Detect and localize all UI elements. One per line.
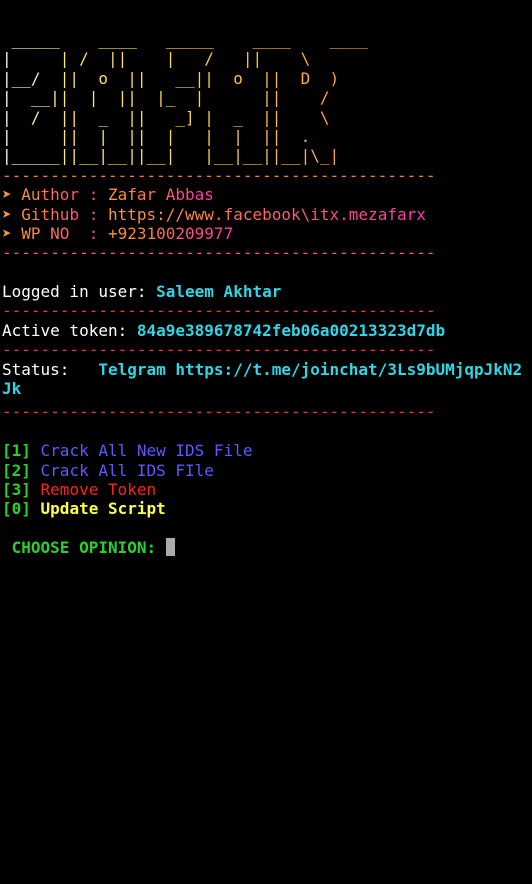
- menu-label: Crack All IDS FIle: [30, 460, 214, 480]
- wp-value: +923100209977: [107, 223, 234, 243]
- banner-line: |_____||__|__||__| |__|__||__|\_|: [2, 146, 530, 165]
- separator-line: ----------------------------------------…: [2, 165, 436, 185]
- separator-line: ----------------------------------------…: [2, 301, 436, 321]
- author-value: Zafar Abbas: [107, 185, 214, 205]
- separator-line: ----------------------------------------…: [2, 340, 436, 360]
- ascii-banner: _____ ____ _____ ____ ____ | | / || | / …: [2, 30, 530, 166]
- author-line: ➤ Author : Zafar Abbas: [2, 185, 530, 204]
- arrow-icon: ➤: [2, 185, 12, 205]
- author-label: Author :: [11, 185, 108, 205]
- terminal-output: _____ ____ _____ ____ ____ | | / || | / …: [2, 30, 530, 558]
- banner-line: | / || _ || _] | _ || \: [2, 108, 530, 127]
- github-line: ➤ Github : https://www.facebook\itx.meza…: [2, 205, 530, 224]
- wp-label: WP NO :: [11, 223, 108, 243]
- menu-option-2[interactable]: [2] Crack All IDS FIle: [2, 461, 530, 480]
- wp-line: ➤ WP NO : +923100209977: [2, 224, 530, 243]
- arrow-icon: ➤: [2, 223, 12, 243]
- status-line: Status: Telgram https://t.me/joinchat/3L…: [2, 360, 530, 399]
- menu-option-1[interactable]: [1] Crack All New IDS File: [2, 441, 530, 460]
- status-label: Status:: [2, 359, 99, 379]
- arrow-icon: ➤: [2, 204, 12, 224]
- token-value: 84a9e389678742feb06a00213323d7db: [136, 320, 446, 340]
- prompt-label: CHOOSE OPINION:: [2, 538, 166, 558]
- banner-line: | | / || | / || \: [2, 49, 530, 68]
- separator-line: ----------------------------------------…: [2, 402, 436, 422]
- choose-prompt-line[interactable]: CHOOSE OPINION:: [2, 538, 530, 557]
- menu-key: [1]: [2, 441, 31, 461]
- github-label: Github :: [11, 204, 108, 224]
- banner-line: _____ ____ _____ ____ ____: [2, 30, 530, 49]
- logged-in-user-line: Logged in user: Saleem Akhtar: [2, 282, 530, 301]
- banner-line: | __|| | || |_ | || /: [2, 88, 530, 107]
- user-label: Logged in user:: [2, 282, 157, 302]
- menu-key: [0]: [2, 499, 31, 519]
- menu-option-3[interactable]: [3] Remove Token: [2, 480, 530, 499]
- menu-key: [2]: [2, 460, 31, 480]
- menu-option-0[interactable]: [0] Update Script: [2, 499, 530, 518]
- banner-line: | || | || | | | || .: [2, 127, 530, 146]
- menu-label: Crack All New IDS File: [30, 441, 253, 461]
- menu-label: Update Script: [30, 499, 166, 519]
- banner-line: |__/ || o || __|| o || D ): [2, 69, 530, 88]
- menu-label: Remove Token: [30, 480, 157, 500]
- separator-line: ----------------------------------------…: [2, 243, 436, 263]
- active-token-line: Active token: 84a9e389678742feb06a002133…: [2, 321, 530, 340]
- github-value: https://www.facebook\itx.mezafarx: [107, 204, 426, 224]
- menu-key: [3]: [2, 480, 31, 500]
- token-label: Active token:: [2, 320, 137, 340]
- text-cursor[interactable]: [165, 538, 175, 557]
- user-value: Saleem Akhtar: [156, 282, 282, 302]
